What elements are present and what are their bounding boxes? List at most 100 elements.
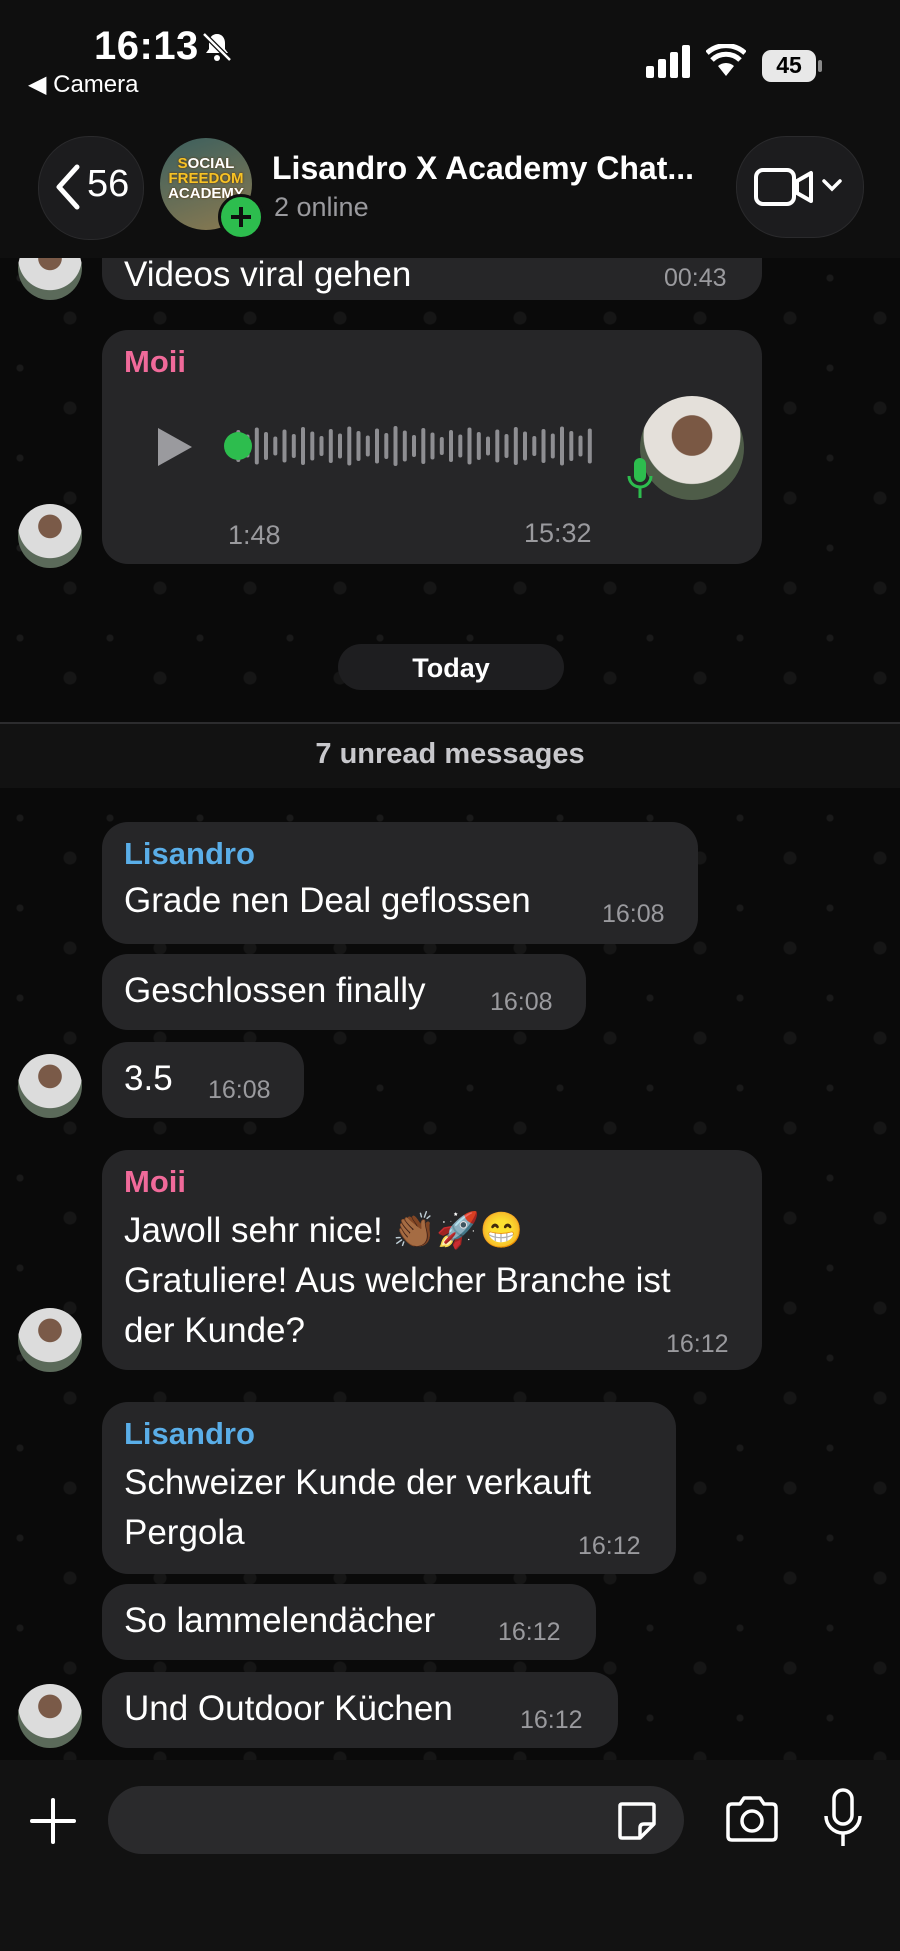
sticker-icon[interactable] bbox=[616, 1800, 658, 1842]
camera-icon[interactable] bbox=[724, 1794, 780, 1844]
bell-slash-icon bbox=[202, 32, 232, 62]
unread-label: 7 unread messages bbox=[315, 738, 585, 770]
back-button[interactable]: 56 bbox=[38, 136, 144, 240]
message-time: 16:12 bbox=[520, 1706, 583, 1734]
plus-badge-icon bbox=[218, 194, 264, 240]
waveform-bar bbox=[439, 437, 444, 455]
sender-name[interactable]: Lisandro bbox=[124, 836, 255, 872]
voice-duration: 1:48 bbox=[228, 520, 281, 550]
message-text: Schweizer Kunde der verkauft bbox=[124, 1463, 591, 1502]
waveform-bar bbox=[319, 436, 324, 456]
message-bubble[interactable]: 3.5 16:08 bbox=[102, 1042, 304, 1118]
message-bubble[interactable]: So lammelendächer 16:12 bbox=[102, 1584, 596, 1660]
video-call-button[interactable] bbox=[736, 136, 864, 238]
composer-bar bbox=[0, 1760, 900, 1951]
message-bubble[interactable]: Lisandro Grade nen Deal geflossen 16:08 bbox=[102, 822, 698, 944]
avatar[interactable] bbox=[18, 504, 82, 568]
video-camera-icon bbox=[754, 168, 813, 206]
play-icon[interactable] bbox=[154, 426, 194, 468]
message-time: 15:32 bbox=[524, 518, 592, 548]
waveform-bar bbox=[301, 427, 305, 465]
waveform-bar bbox=[578, 435, 583, 457]
waveform-bar bbox=[254, 427, 259, 465]
online-status: 2 online bbox=[274, 192, 369, 222]
avatar[interactable] bbox=[18, 1684, 82, 1748]
waveform-bar bbox=[458, 434, 463, 458]
playback-knob[interactable] bbox=[224, 432, 252, 460]
message-text: der Kunde? bbox=[124, 1311, 305, 1350]
status-bar: 16:13 ◀ Camera 45 bbox=[0, 0, 900, 120]
message-time: 00:43 bbox=[664, 264, 727, 292]
message-bubble[interactable]: Moii Jawoll sehr nice! 👏🏾🚀😁 Gratuliere! … bbox=[102, 1150, 762, 1370]
waveform-bar bbox=[504, 434, 509, 458]
avatar[interactable] bbox=[18, 1308, 82, 1372]
waveform-bar bbox=[560, 426, 564, 466]
battery-icon: 45 bbox=[762, 50, 822, 82]
waveform-bar bbox=[550, 433, 555, 459]
message-text: Geschlossen finally bbox=[124, 971, 426, 1010]
waveform-bar bbox=[393, 426, 398, 466]
message-text: Grade nen Deal geflossen bbox=[124, 881, 531, 920]
waveform-bar bbox=[467, 427, 472, 465]
waveform-bar bbox=[430, 432, 435, 460]
waveform-bar bbox=[569, 431, 574, 461]
wifi-icon bbox=[706, 44, 746, 76]
chevron-down-icon bbox=[822, 179, 842, 192]
waveform-bar bbox=[476, 432, 481, 460]
message-text: Videos viral gehen bbox=[124, 258, 412, 294]
message-text: 3.5 bbox=[124, 1059, 173, 1098]
waveform-bar bbox=[356, 431, 361, 461]
chat-header: 56 SOCIAL FREEDOM ACADEMY Lisandro X Aca… bbox=[0, 120, 900, 258]
voice-waveform[interactable] bbox=[224, 416, 594, 476]
message-text: Pergola bbox=[124, 1513, 245, 1552]
message-time: 16:08 bbox=[602, 900, 665, 928]
waveform-bar bbox=[587, 428, 592, 464]
waveform-bar bbox=[375, 428, 379, 464]
message-text: Jawoll sehr nice! 👏🏾🚀😁 bbox=[124, 1211, 524, 1250]
sender-name[interactable]: Moii bbox=[124, 1164, 186, 1200]
message-bubble[interactable]: Videos viral gehen 00:43 bbox=[102, 258, 762, 300]
status-time: 16:13 bbox=[94, 24, 199, 68]
mic-icon bbox=[627, 458, 653, 498]
avatar[interactable] bbox=[18, 258, 82, 300]
waveform-bar bbox=[513, 427, 518, 465]
sender-avatar-large bbox=[640, 396, 744, 500]
waveform-bar bbox=[412, 435, 416, 457]
message-text: Und Outdoor Küchen bbox=[124, 1689, 453, 1728]
waveform-bar bbox=[421, 428, 426, 464]
message-bubble[interactable]: Und Outdoor Küchen 16:12 bbox=[102, 1672, 618, 1748]
message-time: 16:12 bbox=[498, 1618, 561, 1646]
message-time: 16:08 bbox=[208, 1076, 271, 1104]
voice-message-bubble[interactable]: Moii 1:48 15:32 bbox=[102, 330, 762, 564]
waveform-bar bbox=[541, 429, 546, 463]
chat-title[interactable]: Lisandro X Academy Chat... bbox=[272, 150, 694, 187]
waveform-bar bbox=[402, 430, 407, 462]
waveform-bar bbox=[384, 433, 389, 459]
waveform-bar bbox=[282, 429, 287, 463]
message-bubble[interactable]: Lisandro Schweizer Kunde der verkauft Pe… bbox=[102, 1402, 676, 1574]
message-time: 16:08 bbox=[490, 988, 553, 1016]
waveform-bar bbox=[449, 430, 453, 462]
sender-name[interactable]: Lisandro bbox=[124, 1416, 255, 1452]
message-list[interactable]: Videos viral gehen 00:43 Moii 1:48 15:32… bbox=[0, 258, 900, 1760]
plus-icon[interactable] bbox=[28, 1796, 78, 1846]
message-time: 16:12 bbox=[578, 1532, 641, 1560]
message-text: So lammelendächer bbox=[124, 1601, 436, 1640]
message-bubble[interactable]: Geschlossen finally 16:08 bbox=[102, 954, 586, 1030]
avatar[interactable] bbox=[18, 1054, 82, 1118]
waveform-bar bbox=[532, 436, 537, 456]
sender-name[interactable]: Moii bbox=[124, 344, 186, 380]
waveform-bar bbox=[328, 429, 333, 463]
waveform-bar bbox=[347, 426, 352, 466]
day-separator: Today bbox=[338, 644, 564, 690]
chevron-left-icon bbox=[56, 164, 80, 210]
message-time: 16:12 bbox=[666, 1330, 729, 1358]
waveform-bar bbox=[486, 436, 490, 456]
microphone-icon[interactable] bbox=[822, 1788, 864, 1848]
waveform-bar bbox=[365, 435, 370, 457]
back-to-app-link[interactable]: ◀ Camera bbox=[28, 70, 138, 99]
message-input[interactable] bbox=[108, 1786, 684, 1854]
unread-chats-count: 56 bbox=[87, 163, 130, 205]
waveform-bar bbox=[273, 436, 278, 456]
unread-banner: 7 unread messages bbox=[0, 724, 900, 788]
